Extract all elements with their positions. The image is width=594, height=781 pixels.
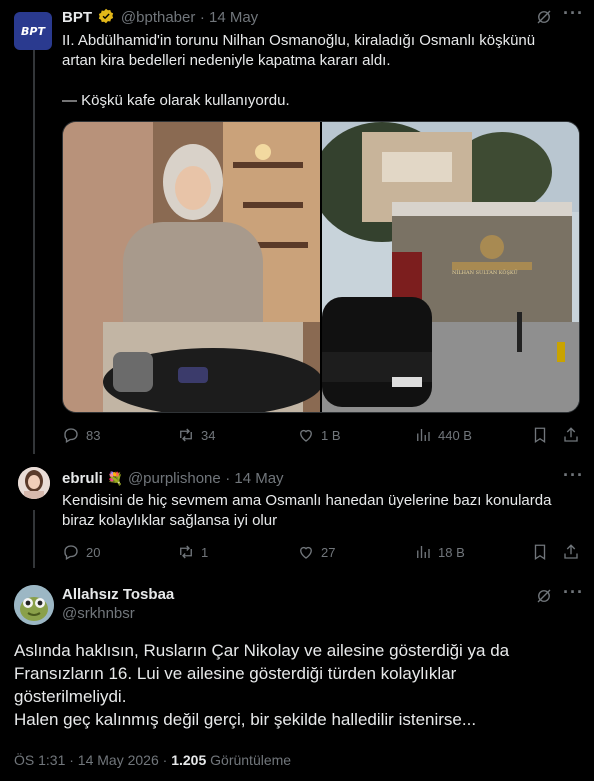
share-icon[interactable] (562, 426, 580, 449)
handle[interactable]: @bpthaber (121, 9, 195, 26)
tweet-text-line: artan kira bedelleri nedeniyle kapatma k… (62, 52, 391, 69)
repost-count: 1 (201, 544, 209, 560)
flower-emoji: 💐 (107, 471, 124, 486)
views-icon (417, 546, 430, 558)
main-tweet-meta: ÖS 1:31 · 14 May 2026 · 1.205 Görüntülem… (14, 752, 291, 768)
tweet-text-line: II. Abdülhamid'in torunu Nilhan Osmanoğl… (62, 32, 536, 49)
views-button[interactable]: 18 B (414, 543, 465, 561)
views-count: 440 B (438, 427, 472, 443)
timestamp[interactable]: ÖS 1:31 · 14 May 2026 · (14, 752, 167, 768)
grok-icon[interactable] (535, 8, 553, 26)
timestamp[interactable]: 14 May (209, 9, 258, 26)
views-count: 18 B (438, 544, 465, 560)
views-button[interactable]: 440 B (414, 426, 472, 444)
repost-count: 34 (201, 427, 216, 443)
display-name[interactable]: ebruli (62, 470, 103, 487)
bookmark-icon[interactable] (531, 543, 549, 566)
like-button[interactable]: 27 (297, 543, 335, 561)
share-icon[interactable] (562, 543, 580, 566)
media-photo-mansion[interactable]: NİLHAN SULTAN KÖŞKÜ (322, 122, 579, 412)
views-label: Görüntüleme (210, 752, 292, 768)
reply-button[interactable]: 20 (62, 543, 100, 561)
views-icon (417, 429, 430, 441)
repost-button[interactable]: 1 (177, 543, 208, 561)
more-icon[interactable]: ··· (563, 465, 584, 486)
like-count: 1 B (321, 427, 341, 443)
reply-button[interactable]: 83 (62, 426, 100, 444)
display-name[interactable]: Allahsız Tosbaa (62, 586, 174, 603)
main-tweet-text: Aslında haklısın, Rusların Çar Nikolay v… (14, 639, 509, 731)
repost-icon (180, 545, 192, 559)
bookmark-icon[interactable] (531, 426, 549, 449)
like-button[interactable]: 1 B (297, 426, 341, 444)
thread-line (33, 46, 35, 454)
like-count: 27 (321, 544, 336, 560)
reply-count: 20 (86, 544, 101, 560)
repost-button[interactable]: 34 (177, 426, 215, 444)
reply-count: 83 (86, 427, 101, 443)
tweet-text-line: Aslında haklısın, Rusların Çar Nikolay v… (14, 641, 510, 660)
handle[interactable]: @purplishone (128, 470, 221, 487)
mansion-sign-text: NİLHAN SULTAN KÖŞKÜ (452, 270, 518, 276)
thread-line (33, 510, 35, 568)
views-count: 1.205 (171, 752, 207, 768)
display-name[interactable]: BPT (62, 9, 92, 26)
verified-icon (98, 8, 114, 24)
more-icon[interactable]: ··· (563, 3, 584, 24)
tweet-text-line: Kendisini de hiç sevmem ama Osmanlı hane… (62, 492, 552, 509)
like-icon (300, 429, 312, 442)
separator-dot: · (199, 9, 209, 26)
tweet-text-line: — Köşkü kafe olarak kullanıyordu. (62, 92, 290, 109)
reply-icon (64, 545, 78, 560)
tweet-text-line: Fransızların 16. Lui ve ailesine gösterd… (14, 664, 457, 683)
reply-icon (64, 428, 78, 443)
tweet-text: Kendisini de hiç sevmem ama Osmanlı hane… (62, 491, 551, 531)
main-tweet-author: Allahsız Tosbaa @srkhnbsr (62, 586, 174, 622)
avatar[interactable] (14, 585, 54, 625)
tweet-text-line: biraz kolaylıklar sağlansa iyi olur (62, 512, 278, 529)
tweet-text-line: gösterilmeliydi. (14, 687, 127, 706)
tweet-text: II. Abdülhamid'in torunu Nilhan Osmanoğl… (62, 31, 535, 111)
avatar[interactable] (18, 467, 50, 499)
avatar-logo-text: BPT (21, 24, 45, 38)
tweet-header: ebruli 💐 @purplishone · 14 May (62, 470, 284, 488)
media-grid[interactable]: NİLHAN SULTAN KÖŞKÜ (62, 121, 580, 413)
grok-icon[interactable] (535, 587, 553, 605)
like-icon (300, 546, 312, 559)
separator-dot: · (225, 470, 235, 487)
more-icon[interactable]: ··· (563, 582, 584, 603)
timestamp[interactable]: 14 May (234, 470, 283, 487)
avatar[interactable]: BPT (14, 12, 52, 50)
tweet-header: BPT @bpthaber · 14 May (62, 8, 258, 27)
handle[interactable]: @srkhnbsr (62, 605, 174, 622)
media-photo-woman[interactable] (63, 122, 320, 412)
repost-icon (180, 428, 192, 442)
tweet-text-line: Halen geç kalınmış değil gerçi, bir şeki… (14, 710, 477, 729)
